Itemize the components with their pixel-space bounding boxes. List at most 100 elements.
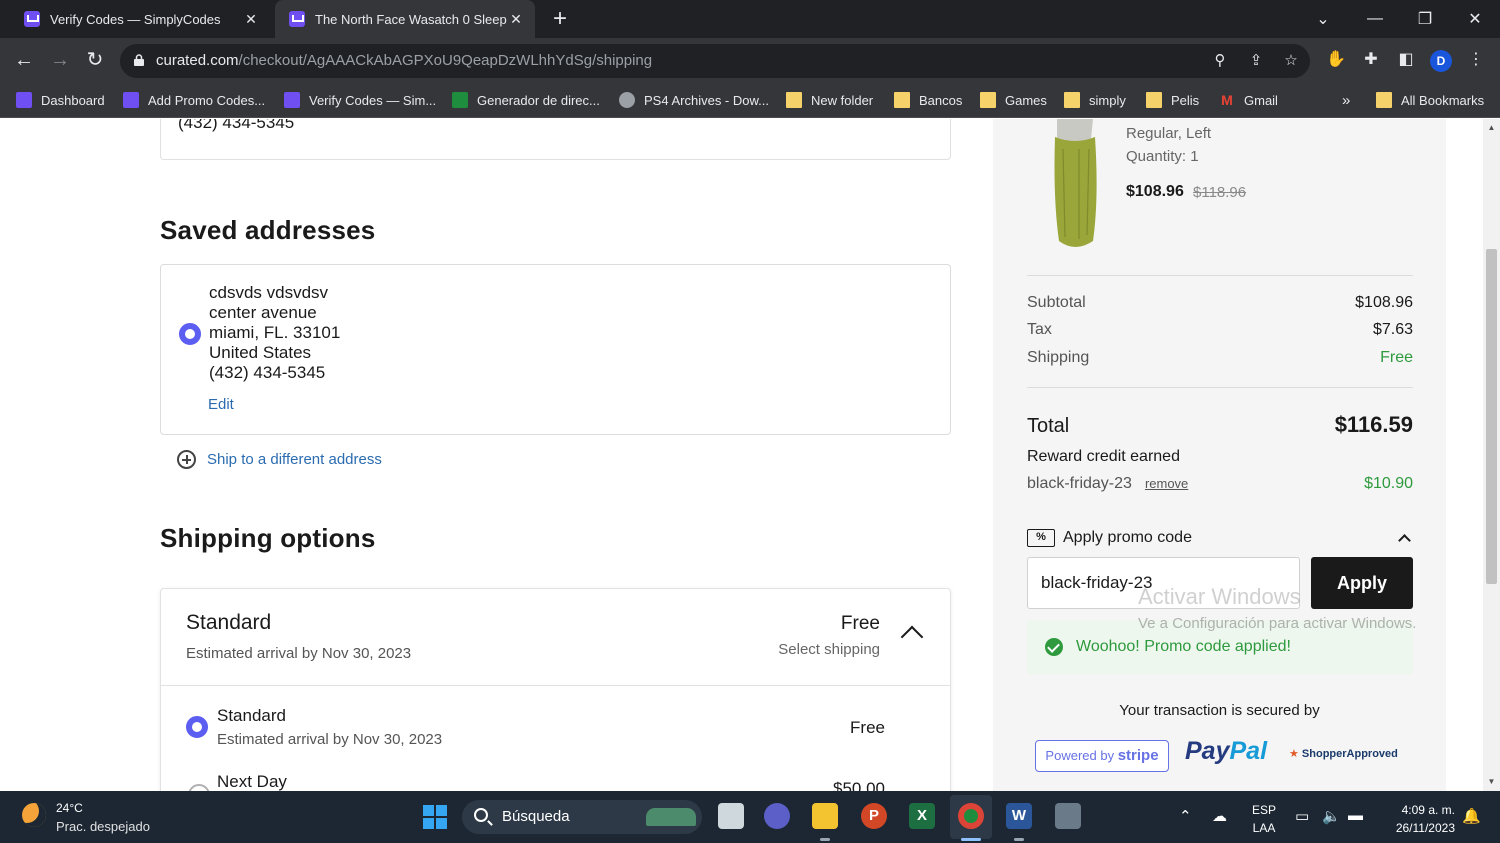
scroll-down-icon[interactable]: ▼ <box>1483 775 1500 789</box>
meet-icon[interactable] <box>764 803 790 829</box>
close-tab-icon[interactable]: ✕ <box>507 11 525 28</box>
address-phone: (432) 434-5345 <box>209 363 326 382</box>
taskbar-search[interactable]: Búsqueda <box>462 800 702 834</box>
paypal-logo: PayPal <box>1185 737 1268 765</box>
restore-icon[interactable]: ❐ <box>1400 0 1450 38</box>
share-icon[interactable]: ⇪ <box>1248 53 1264 69</box>
app-running-indicator <box>820 838 830 841</box>
weather-temperature: 24°C <box>56 801 83 815</box>
weather-moon-icon[interactable] <box>22 803 46 827</box>
reload-icon[interactable]: ↻ <box>83 48 107 72</box>
shipping-option-price: Free <box>850 718 885 737</box>
folder-icon <box>1146 92 1162 108</box>
search-icon <box>474 808 488 822</box>
bookmark-ps4-archives[interactable]: PS4 Archives - Dow... <box>619 90 769 110</box>
word-icon[interactable]: W <box>1006 803 1032 829</box>
folder-icon <box>786 92 802 108</box>
chevron-up-icon[interactable] <box>900 625 924 649</box>
extensions-puzzle-icon[interactable]: ✚ <box>1361 50 1381 70</box>
promo-code-toggle[interactable]: % Apply promo code <box>1027 529 1413 547</box>
network-icon[interactable]: ▭ <box>1295 807 1309 825</box>
extension-hand-icon[interactable]: ✋ <box>1326 50 1346 70</box>
file-explorer-icon[interactable] <box>812 803 838 829</box>
all-bookmarks[interactable]: All Bookmarks <box>1376 90 1484 110</box>
ship-different-address-link[interactable]: Ship to a different address <box>177 450 382 469</box>
volume-muted-icon[interactable]: 🔈 <box>1322 807 1341 825</box>
bookmark-pelis[interactable]: Pelis <box>1146 90 1199 110</box>
address-bar[interactable]: curated.com/checkout/AgAAACkAbAGPXoU9Qea… <box>120 44 1310 78</box>
close-window-icon[interactable]: ✕ <box>1450 0 1500 38</box>
folder-icon <box>1376 92 1392 108</box>
show-hidden-icons-icon[interactable]: ⌃ <box>1179 807 1192 825</box>
selected-shipping-price: Free <box>840 613 880 634</box>
location-pin-icon[interactable]: ⚲ <box>1212 53 1228 69</box>
forward-arrow-icon[interactable]: → <box>48 48 72 72</box>
side-panel-icon[interactable]: ◧ <box>1396 50 1416 70</box>
shipping-option-radio-next-day[interactable] <box>188 784 210 791</box>
bookmark-gmail[interactable]: M Gmail <box>1219 90 1278 110</box>
profile-avatar[interactable]: D <box>1430 50 1452 72</box>
checkout-page: (432) 434-5345 Saved addresses cdsvds vd… <box>0 119 1483 791</box>
system-clock[interactable]: 4:09 a. m. 26/11/2023 <box>1385 801 1455 837</box>
bookmark-bancos[interactable]: Bancos <box>894 90 962 110</box>
menu-kebab-icon[interactable]: ⋮ <box>1466 50 1486 70</box>
address-name: cdsvds vdsvdsv <box>209 283 329 302</box>
secured-text: Your transaction is secured by <box>1119 702 1320 719</box>
remove-code-link[interactable]: remove <box>1145 476 1188 491</box>
battery-icon[interactable]: ▬ <box>1348 807 1363 824</box>
cloud-offline-icon[interactable]: ☁ <box>1212 807 1227 825</box>
lock-icon <box>134 54 144 66</box>
app-active-indicator <box>961 838 981 841</box>
bookmark-star-icon[interactable]: ☆ <box>1283 53 1299 69</box>
product-variant: Regular, Left <box>1126 125 1212 142</box>
sleeping-bag-image <box>1054 119 1097 247</box>
select-shipping-label: Select shipping <box>778 641 880 658</box>
product-quantity: Quantity: 1 <box>1126 148 1199 165</box>
chrome-icon[interactable] <box>958 803 984 829</box>
address-radio[interactable] <box>179 323 201 345</box>
edit-address-link[interactable]: Edit <box>208 396 234 413</box>
new-tab-icon[interactable]: + <box>548 6 572 32</box>
tab-strip: Verify Codes — SimplyCodes ✕ The North F… <box>0 0 1500 38</box>
tab-verify-codes[interactable]: Verify Codes — SimplyCodes ✕ <box>10 0 270 38</box>
page-scrollbar[interactable]: ▲ ▼ <box>1483 119 1500 791</box>
shopper-approved-logo: ★ ShopperApproved <box>1289 748 1398 760</box>
shipping-selector-header[interactable]: Standard Estimated arrival by Nov 30, 20… <box>161 589 950 686</box>
back-arrow-icon[interactable]: ← <box>12 48 36 72</box>
bookmarks-overflow-icon[interactable]: » <box>1342 90 1350 110</box>
scroll-up-icon[interactable]: ▲ <box>1483 121 1500 135</box>
weather-description: Prac. despejado <box>56 819 150 834</box>
apply-promo-button[interactable]: Apply <box>1311 557 1413 609</box>
summary-divider <box>1027 275 1413 276</box>
bookmark-generador[interactable]: Generador de direc... <box>452 90 600 110</box>
shipping-option-price: $50.00 <box>833 779 885 791</box>
minimize-icon[interactable]: — <box>1350 0 1400 38</box>
stripe-badge: Powered by stripe <box>1035 740 1169 772</box>
scrollbar-thumb[interactable] <box>1486 249 1497 584</box>
windows-start-icon[interactable] <box>423 805 447 829</box>
saved-address-card[interactable]: cdsvds vdsvdsv center avenue miami, FL. … <box>160 264 951 435</box>
selected-shipping-eta: Estimated arrival by Nov 30, 2023 <box>186 645 412 662</box>
app-running-indicator <box>1014 838 1024 841</box>
tab-north-face[interactable]: The North Face Wasatch 0 Sleep ✕ <box>275 0 535 38</box>
language-indicator[interactable]: ESP LAA <box>1252 801 1276 837</box>
bookmark-dashboard[interactable]: Dashboard <box>16 90 105 110</box>
task-view-icon[interactable] <box>718 803 744 829</box>
bookmark-add-promo-codes[interactable]: Add Promo Codes... <box>123 90 265 110</box>
bookmark-games[interactable]: Games <box>980 90 1047 110</box>
bookmark-new-folder[interactable]: New folder <box>786 90 873 110</box>
notifications-bell-icon[interactable]: 🔔 <box>1462 807 1481 825</box>
close-tab-icon[interactable]: ✕ <box>242 11 260 28</box>
tab-search-icon[interactable]: ⌄ <box>1298 0 1348 38</box>
shipping-option-name: Standard <box>217 706 286 725</box>
bookmark-simply[interactable]: simply <box>1064 90 1126 110</box>
powerpoint-icon[interactable]: P <box>861 803 887 829</box>
shipping-option-radio-standard[interactable] <box>186 716 208 738</box>
simplycodes-icon <box>16 92 32 108</box>
calculator-icon[interactable] <box>1055 803 1081 829</box>
activate-windows-watermark: Activar Windows <box>1138 584 1301 609</box>
folder-icon <box>894 92 910 108</box>
excel-icon[interactable]: X <box>909 803 935 829</box>
order-summary: Regular, Left Quantity: 1 $108.96 $118.9… <box>993 119 1446 791</box>
bookmark-verify-codes[interactable]: Verify Codes — Sim... <box>284 90 436 110</box>
